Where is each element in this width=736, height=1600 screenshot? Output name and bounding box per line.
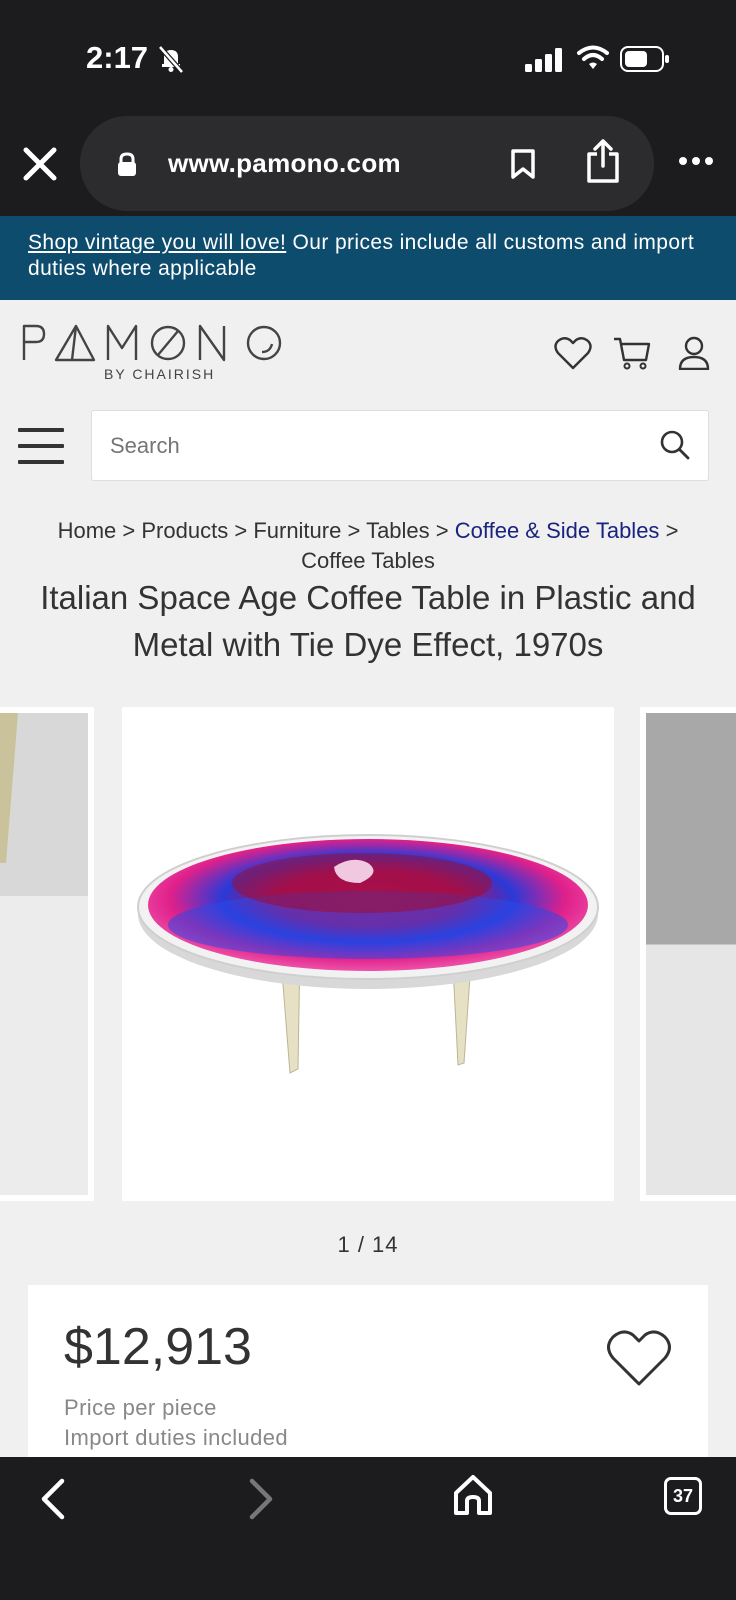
breadcrumb-separator: > — [122, 518, 136, 543]
image-gallery[interactable] — [0, 707, 736, 1201]
browser-toolbar: 37 — [0, 1457, 736, 1600]
tabs-count-button[interactable]: 37 — [664, 1477, 702, 1515]
breadcrumb-tables[interactable]: Tables — [366, 518, 430, 543]
breadcrumb-products[interactable]: Products — [141, 518, 228, 543]
price-card: $12,913 Price per piece Import duties in… — [28, 1285, 708, 1465]
breadcrumb-furniture[interactable]: Furniture — [253, 518, 341, 543]
search-box — [91, 410, 709, 481]
cart-icon[interactable] — [612, 336, 652, 370]
status-time: 2:17 — [86, 40, 149, 75]
hamburger-menu-button[interactable] — [18, 428, 64, 464]
search-input[interactable] — [110, 429, 610, 463]
image-counter: 1 / 14 — [337, 1232, 399, 1257]
battery-icon — [620, 46, 669, 72]
lock-icon — [118, 152, 136, 176]
breadcrumb-separator: > — [347, 518, 361, 543]
price-per-piece-label: Price per piece — [64, 1395, 217, 1420]
close-icon[interactable] — [20, 144, 60, 184]
import-duties-label: Import duties included — [64, 1425, 289, 1450]
wifi-icon — [577, 45, 609, 69]
breadcrumb-separator: > — [435, 518, 449, 543]
logo-subtitle: BY CHAIRISH — [104, 366, 216, 382]
promo-banner: Shop vintage you will love! Our prices i… — [0, 216, 736, 300]
gallery-next-slide[interactable] — [640, 707, 736, 1201]
forward-arrow-icon[interactable] — [244, 1477, 278, 1521]
browser-address-bar: www.pamono.com — [0, 116, 736, 216]
breadcrumb-separator: > — [665, 518, 679, 543]
url-text: www.pamono.com — [168, 148, 401, 178]
account-icon[interactable] — [678, 336, 710, 370]
heart-icon[interactable] — [554, 336, 592, 370]
search-icon[interactable] — [659, 429, 691, 461]
menu-line — [18, 460, 64, 464]
status-bar: 2:17 — [0, 0, 736, 116]
breadcrumb-current: Coffee Tables — [301, 548, 435, 573]
coffee-table-image — [137, 834, 599, 1074]
menu-line — [18, 444, 64, 448]
site-header: BY CHAIRISH — [0, 300, 736, 400]
back-arrow-icon[interactable] — [36, 1477, 70, 1521]
gallery-main-image[interactable] — [122, 707, 614, 1201]
breadcrumb: Home > Products > Furniture > Tables > C… — [0, 516, 736, 576]
signal-icon — [525, 48, 562, 72]
breadcrumb-coffee-side-tables[interactable]: Coffee & Side Tables — [455, 518, 660, 543]
product-title: Italian Space Age Coffee Table in Plasti… — [40, 579, 696, 663]
share-icon[interactable] — [585, 138, 621, 184]
bookmark-icon[interactable] — [510, 148, 536, 180]
price-note: Price per piece Import duties included — [64, 1393, 288, 1453]
menu-line — [18, 428, 64, 432]
more-icon[interactable] — [678, 156, 714, 166]
promo-link[interactable]: Shop vintage you will love! — [28, 231, 286, 254]
url-field[interactable]: www.pamono.com — [80, 116, 654, 211]
breadcrumb-separator: > — [234, 518, 248, 543]
product-price: $12,913 — [64, 1318, 252, 1376]
table-leg-image — [0, 713, 18, 863]
gallery-prev-slide[interactable] — [0, 707, 94, 1201]
home-icon[interactable] — [452, 1473, 494, 1517]
breadcrumb-home[interactable]: Home — [58, 518, 117, 543]
bell-muted-icon — [158, 45, 184, 74]
favorite-heart-icon[interactable] — [606, 1329, 672, 1387]
pamono-logo[interactable] — [22, 322, 286, 364]
